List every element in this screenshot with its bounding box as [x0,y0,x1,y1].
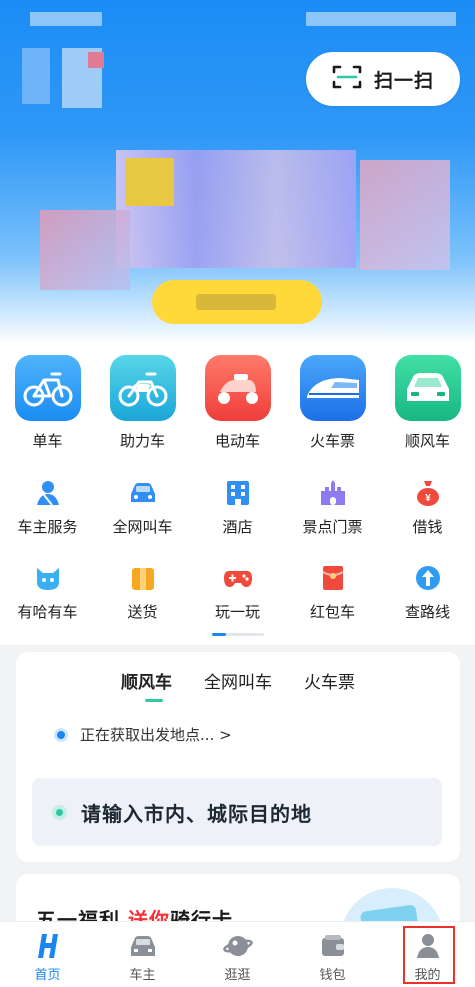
bicycle-icon [14,355,81,421]
blurred-user-block [22,48,50,104]
secondary-services-grid: 车主服务 全网叫车 酒店 景点门票 ¥ 借钱 有哈有车 送货 玩一玩 红包车 查… [0,478,475,622]
page-indicator [212,633,264,636]
departure-text: 正在获取出发地点... > [80,726,232,744]
service-label: 借钱 [412,518,443,536]
tabbar-label: 首页 [34,968,61,983]
scan-label: 扫一扫 [373,69,434,92]
blurred-banner-art [126,158,174,206]
castle-icon [318,478,348,508]
service-loan[interactable]: ¥ 借钱 [380,478,475,537]
blurred-banner-art [360,160,450,270]
service-taxi[interactable]: 全网叫车 [95,478,190,537]
service-youha[interactable]: 有哈有车 [0,563,95,622]
top-banner[interactable]: 扫一扫 [0,0,475,345]
tab-train[interactable]: 火车票 [304,668,355,693]
service-scooter[interactable]: 电动车 [190,355,285,451]
box-icon [128,563,158,593]
service-label: 单车 [32,432,63,450]
blurred-banner-art [40,210,130,290]
active-tab-underline [145,699,163,702]
cat-icon [33,563,63,593]
service-label: 电动车 [214,432,260,450]
scooter-icon [204,355,271,421]
service-label: 查路线 [404,603,450,621]
booking-tabs: 顺风车 全网叫车 火车票 [16,668,460,693]
taxi-icon [128,478,158,508]
tabbar-owner[interactable]: 车主 [95,922,190,987]
service-ebike[interactable]: 助力车 [95,355,190,451]
planet-icon [222,931,253,961]
hotel-icon [223,478,253,508]
service-label: 助力车 [119,432,165,450]
car-front-icon [128,931,158,961]
scan-button[interactable]: 扫一扫 [306,52,460,106]
service-label: 全网叫车 [112,518,173,536]
tabbar-explore[interactable]: 逛逛 [190,922,285,987]
service-label: 酒店 [222,518,253,536]
blurred-user-block [88,52,104,68]
ebike-icon [109,355,176,421]
service-label: 玩一玩 [214,603,260,621]
service-route[interactable]: 查路线 [380,563,475,622]
status-bar-left-blur [30,12,102,26]
service-label: 送货 [127,603,158,621]
service-label: 红包车 [309,603,355,621]
booking-card: 顺风车 全网叫车 火车票 正在获取出发地点... > 请输入市内、城际目的地 [16,652,460,862]
wallet-icon [318,931,348,961]
gamepad-icon [223,563,253,593]
tabbar-label: 钱包 [319,968,346,983]
status-bar-right-blur [306,12,456,26]
departure-location[interactable]: 正在获取出发地点... > [54,724,232,745]
service-hotel[interactable]: 酒店 [190,478,285,537]
service-label: 有哈有车 [17,603,78,621]
tab-taxi[interactable]: 全网叫车 [204,668,272,693]
route-icon [413,563,443,593]
service-carpool[interactable]: 顺风车 [380,355,475,451]
destination-dot-icon [52,804,67,820]
service-label: 车主服务 [17,518,78,536]
red-envelope-icon [318,563,348,593]
driver-icon [33,478,63,508]
service-train[interactable]: 火车票 [285,355,380,451]
money-bag-icon: ¥ [413,478,443,508]
home-h-icon [33,931,63,961]
tabbar-home[interactable]: 首页 [0,922,95,987]
service-red-envelope[interactable]: 红包车 [285,563,380,622]
destination-input[interactable]: 请输入市内、城际目的地 [32,778,442,846]
highlight-annotation-box [403,926,455,984]
scan-icon [332,64,362,94]
service-driver[interactable]: 车主服务 [0,478,95,537]
service-label: 火车票 [309,432,355,450]
service-label: 顺风车 [404,432,450,450]
banner-button-blurred-text [196,294,276,310]
tabbar-label: 逛逛 [224,968,251,983]
service-label: 景点门票 [302,518,363,536]
destination-placeholder: 请输入市内、城际目的地 [81,801,312,826]
service-bike[interactable]: 单车 [0,355,95,451]
banner-action-button[interactable] [152,280,322,324]
tab-carpool[interactable]: 顺风车 [121,668,172,693]
service-games[interactable]: 玩一玩 [190,563,285,622]
tabbar-wallet[interactable]: 钱包 [285,922,380,987]
car-icon [394,355,461,421]
service-delivery[interactable]: 送货 [95,563,190,622]
tabbar-label: 车主 [129,968,156,983]
location-dot-icon [54,727,68,742]
train-icon [299,355,366,421]
svg-text:¥: ¥ [425,493,431,504]
primary-services-row: 单车 助力车 电动车 火车票 顺风车 [0,355,475,451]
service-tickets[interactable]: 景点门票 [285,478,380,537]
